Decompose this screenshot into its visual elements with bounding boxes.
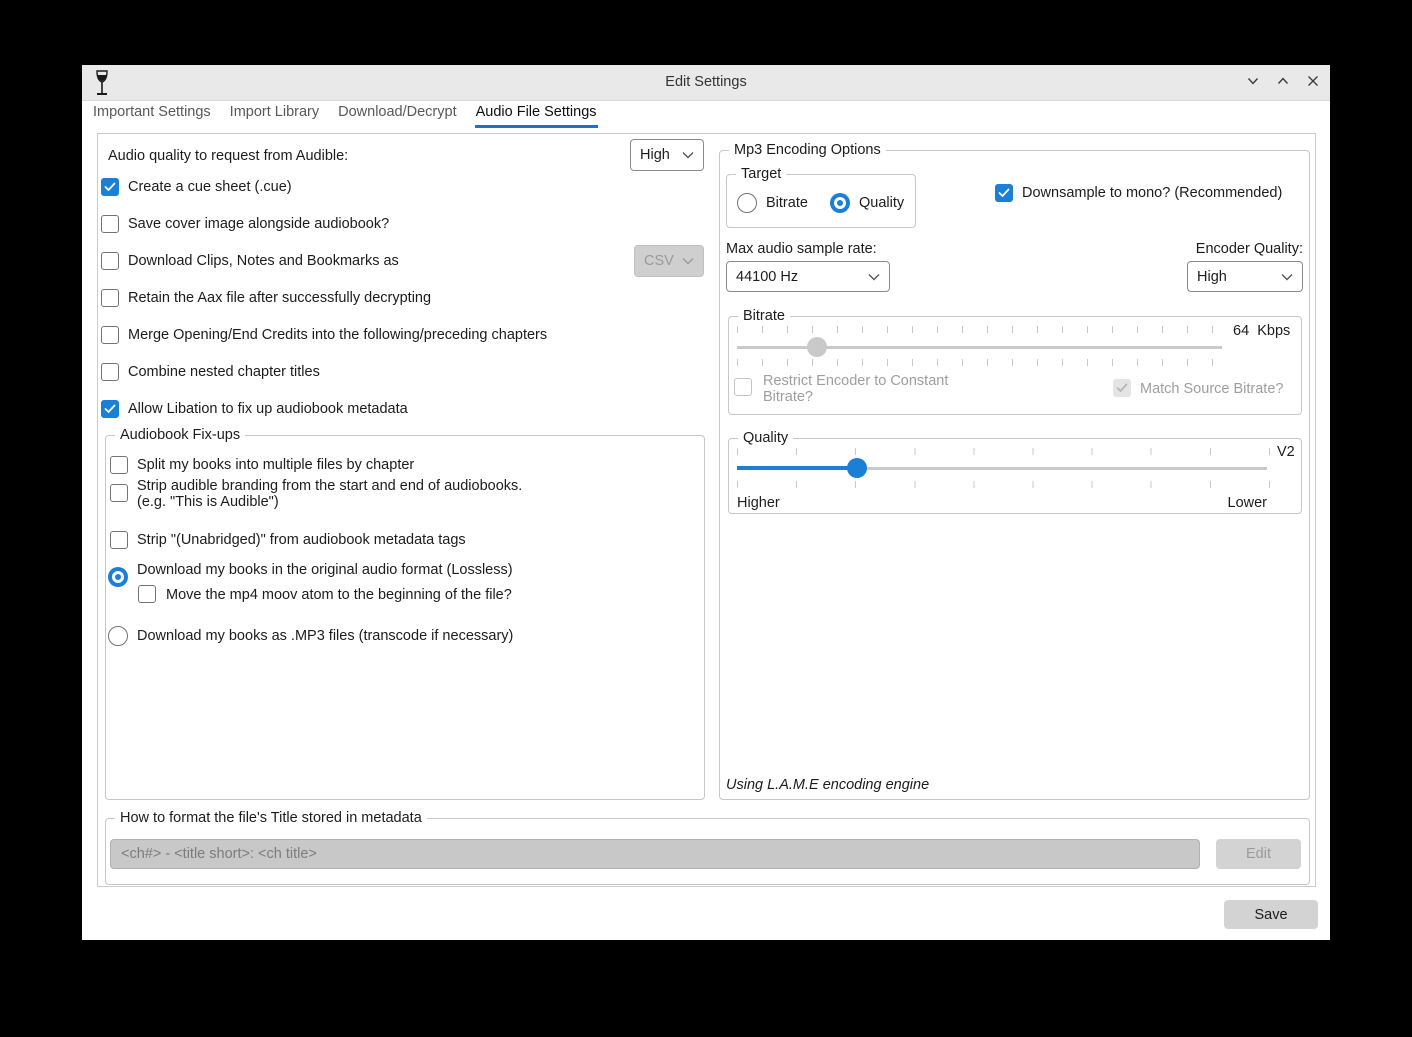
cue-sheet-checkbox[interactable] bbox=[101, 178, 119, 196]
downsample-mono-checkbox[interactable] bbox=[995, 184, 1013, 202]
chevron-up-icon bbox=[1275, 73, 1291, 94]
clips-notes-checkbox[interactable] bbox=[101, 252, 119, 270]
fixup-metadata-label: Allow Libation to fix up audiobook metad… bbox=[128, 400, 408, 418]
target-quality-label: Quality bbox=[859, 194, 904, 212]
chevron-down-icon bbox=[1245, 73, 1261, 94]
bitrate-title: Bitrate bbox=[738, 308, 790, 324]
quality-ticks-bottom bbox=[737, 481, 1270, 488]
combine-chapters-label: Combine nested chapter titles bbox=[128, 363, 320, 381]
encoder-quality-value: High bbox=[1197, 269, 1227, 285]
sample-rate-label: Max audio sample rate: bbox=[726, 240, 877, 258]
bitrate-slider-thumb bbox=[807, 337, 827, 357]
moov-atom-checkbox[interactable] bbox=[138, 585, 156, 603]
cue-sheet-label: Create a cue sheet (.cue) bbox=[128, 178, 292, 196]
save-button[interactable]: Save bbox=[1224, 900, 1318, 929]
close-button[interactable] bbox=[1301, 71, 1325, 95]
quality-ticks-top bbox=[737, 448, 1270, 455]
maximize-button[interactable] bbox=[1271, 71, 1295, 95]
fixup-metadata-checkbox[interactable] bbox=[101, 400, 119, 418]
split-books-checkbox[interactable] bbox=[110, 456, 128, 474]
quality-lower-label: Lower bbox=[1182, 494, 1267, 512]
lossless-label: Download my books in the original audio … bbox=[137, 561, 513, 579]
strip-unabridged-label: Strip "(Unabridged)" from audiobook meta… bbox=[137, 531, 466, 549]
downsample-mono-label: Downsample to mono? (Recommended) bbox=[1022, 184, 1282, 202]
clips-format-combobox: CSV bbox=[634, 245, 704, 277]
retain-aax-checkbox[interactable] bbox=[101, 289, 119, 307]
target-title: Target bbox=[736, 166, 786, 182]
clips-format-value: CSV bbox=[644, 253, 674, 269]
quality-higher-label: Higher bbox=[737, 494, 780, 512]
mp3-encoding-options-title: Mp3 Encoding Options bbox=[729, 142, 886, 158]
strip-unabridged-checkbox[interactable] bbox=[110, 531, 128, 549]
match-source-bitrate-label: Match Source Bitrate? bbox=[1140, 380, 1283, 398]
window-title: Edit Settings bbox=[82, 74, 1330, 90]
chevron-down-icon bbox=[682, 151, 694, 159]
check-icon bbox=[104, 404, 116, 414]
chevron-down-icon bbox=[1281, 273, 1293, 281]
title-format-input bbox=[110, 839, 1200, 869]
merge-credits-checkbox[interactable] bbox=[101, 326, 119, 344]
mp3-files-radio[interactable] bbox=[108, 626, 128, 646]
quality-value: V2 bbox=[1277, 443, 1295, 461]
bitrate-ticks-top bbox=[737, 326, 1213, 333]
target-bitrate-radio[interactable] bbox=[737, 193, 757, 213]
lossless-radio[interactable] bbox=[108, 567, 128, 587]
mp3-files-label: Download my books as .MP3 files (transco… bbox=[137, 627, 513, 645]
encoder-quality-combobox[interactable]: High bbox=[1187, 261, 1303, 292]
tab-important-settings[interactable]: Important Settings bbox=[92, 102, 212, 128]
target-bitrate-label: Bitrate bbox=[766, 194, 808, 212]
target-quality-radio[interactable] bbox=[830, 193, 850, 213]
strip-branding-label-line2: (e.g. "This is Audible") bbox=[137, 493, 279, 511]
cover-image-label: Save cover image alongside audiobook? bbox=[128, 215, 389, 233]
audio-quality-label: Audio quality to request from Audible: bbox=[108, 147, 348, 165]
bitrate-ticks-bottom bbox=[737, 359, 1213, 366]
quality-slider-fill bbox=[737, 466, 857, 470]
strip-branding-checkbox[interactable] bbox=[110, 484, 128, 502]
check-icon bbox=[104, 182, 116, 192]
cover-image-checkbox[interactable] bbox=[101, 215, 119, 233]
edit-button: Edit bbox=[1216, 839, 1301, 869]
tab-audio-file-settings[interactable]: Audio File Settings bbox=[475, 102, 598, 128]
audio-quality-value: High bbox=[640, 147, 670, 163]
quality-title: Quality bbox=[738, 430, 793, 446]
encoder-quality-label: Encoder Quality: bbox=[1132, 240, 1303, 258]
moov-atom-label: Move the mp4 moov atom to the beginning … bbox=[166, 586, 512, 604]
chevron-down-icon bbox=[868, 273, 880, 281]
merge-credits-label: Merge Opening/End Credits into the follo… bbox=[128, 326, 547, 344]
split-books-label: Split my books into multiple files by ch… bbox=[137, 456, 414, 474]
sample-rate-value: 44100 Hz bbox=[736, 269, 798, 285]
check-icon bbox=[998, 188, 1010, 198]
check-icon bbox=[1116, 383, 1128, 393]
titlebar: Edit Settings bbox=[82, 65, 1330, 101]
combine-chapters-checkbox[interactable] bbox=[101, 363, 119, 381]
audio-quality-combobox[interactable]: High bbox=[630, 139, 704, 171]
match-source-bitrate-checkbox bbox=[1113, 379, 1131, 397]
encoding-engine-note: Using L.A.M.E encoding engine bbox=[726, 776, 929, 794]
clips-notes-label: Download Clips, Notes and Bookmarks as bbox=[128, 252, 399, 270]
audiobook-fixups-title: Audiobook Fix-ups bbox=[115, 427, 245, 443]
title-format-title: How to format the file's Title stored in… bbox=[115, 810, 427, 826]
tab-download-decrypt[interactable]: Download/Decrypt bbox=[337, 102, 457, 128]
quality-slider-thumb[interactable] bbox=[847, 458, 867, 478]
bitrate-value: 64 Kbps bbox=[1233, 322, 1290, 340]
edit-settings-window: Edit Settings Important Settings Import … bbox=[82, 65, 1330, 940]
restrict-constant-checkbox bbox=[734, 378, 752, 396]
sample-rate-combobox[interactable]: 44100 Hz bbox=[726, 261, 890, 292]
restrict-constant-label-line2: Bitrate? bbox=[763, 388, 813, 406]
tab-import-library[interactable]: Import Library bbox=[229, 102, 320, 128]
close-icon bbox=[1305, 73, 1321, 94]
tab-bar: Important Settings Import Library Downlo… bbox=[92, 102, 598, 128]
minimize-button[interactable] bbox=[1241, 71, 1265, 95]
retain-aax-label: Retain the Aax file after successfully d… bbox=[128, 289, 431, 307]
chevron-down-icon bbox=[682, 257, 694, 265]
